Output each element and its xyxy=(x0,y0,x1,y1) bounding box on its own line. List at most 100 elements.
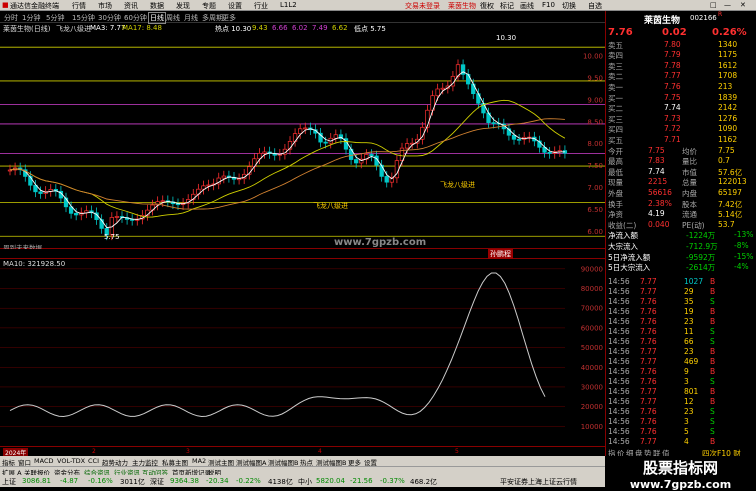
tab-cci[interactable]: CCI xyxy=(88,457,99,465)
stat-value: 65197 xyxy=(718,188,742,197)
zx-index-label[interactable]: 中小 xyxy=(298,477,312,487)
period-tab-intraday[interactable]: 分时 xyxy=(4,13,18,23)
brand-line-1: 股票指标网 xyxy=(642,459,718,477)
flow-pct: -15% xyxy=(734,251,754,261)
tick-volume: 801 xyxy=(684,386,699,396)
trade-login-status[interactable]: 交易未登录 xyxy=(405,1,440,11)
date-axis: 2024年 2 3 4 5 xyxy=(0,446,605,457)
menu-item-market[interactable]: 市场 xyxy=(98,1,112,11)
stat-row: 换手 2.38% 股本 7.42亿 xyxy=(606,199,756,210)
menu-item-rights[interactable]: 復权 xyxy=(480,1,494,11)
tick-price: 7.76 xyxy=(640,336,657,346)
level-value-1: 9.43 xyxy=(252,24,268,32)
price-row: 7.76 0.02 0.26% xyxy=(606,27,756,38)
candle-body xyxy=(298,128,303,134)
period-tab-60min[interactable]: 60分钟 xyxy=(124,13,147,23)
bid-volume: 1276 xyxy=(718,113,738,123)
tick-row: 14:56 7.77 23 B xyxy=(606,347,756,357)
tab-macd[interactable]: MACD xyxy=(34,457,53,465)
y-tick-label: 6.50 xyxy=(587,206,603,214)
period-tab-monthly[interactable]: 月线 xyxy=(184,13,198,23)
stat-label: 今开 xyxy=(608,146,623,156)
menu-item-data[interactable]: 数据 xyxy=(150,1,164,11)
menu-item-f10[interactable]: F10 xyxy=(542,1,555,9)
period-tab-5min[interactable]: 5分钟 xyxy=(46,13,64,23)
bid-row: 买四 7.72 1090 xyxy=(606,124,756,135)
period-tab-weekly[interactable]: 周线 xyxy=(166,13,180,23)
bid-price: 7.71 xyxy=(664,135,681,144)
y-tick-label: 30000 xyxy=(581,383,603,391)
candlestick-svg: 10.00 9.50 9.00 8.50 8.00 7.50 7.00 6.50 6.00 xyxy=(0,46,605,241)
ask-label: 卖二 xyxy=(608,72,623,82)
candle-body xyxy=(379,164,384,177)
ask-row: 卖一 7.76 213 xyxy=(606,82,756,93)
date-mark-feb: 2 xyxy=(92,448,96,455)
moving-average-line xyxy=(9,99,566,218)
flow-value: -712.9万 xyxy=(686,242,718,251)
y-tick-label: 8.50 xyxy=(587,118,603,126)
tick-price: 7.77 xyxy=(640,386,657,396)
bid-label: 买三 xyxy=(608,114,623,124)
tick-price: 7.76 xyxy=(640,376,657,386)
y-tick-label: 20000 xyxy=(581,403,603,411)
tick-direction: S xyxy=(710,376,715,386)
flow-pct: -8% xyxy=(734,241,749,250)
volume-indicator-chart[interactable]: MA10: 321928.50 90000 80000 70000 60000 5000… xyxy=(0,259,605,456)
stat-row: 最高 7.83 量比 0.7 xyxy=(606,156,756,167)
period-tab-15min[interactable]: 15分钟 xyxy=(72,13,95,23)
tick-direction: B xyxy=(710,306,716,316)
stat-value: 0.040 xyxy=(648,219,670,229)
menu-item-l1l2[interactable]: L1L2 xyxy=(280,1,297,9)
date-mark-mar: 3 xyxy=(186,448,190,455)
tick-price: 7.76 xyxy=(640,416,657,426)
menu-item-draw[interactable]: 画线 xyxy=(520,1,534,11)
sh-index-label[interactable]: 上证 xyxy=(2,477,16,487)
tab-vol-tdx[interactable]: VOL-TDX xyxy=(57,457,85,465)
low-value: 低点 5.75 xyxy=(354,25,386,33)
menu-item-discover[interactable]: 发现 xyxy=(176,1,190,11)
ask-label: 卖三 xyxy=(608,61,623,71)
period-tab-multi[interactable]: 多周期 xyxy=(202,13,223,23)
menu-item-industry[interactable]: 行业 xyxy=(254,1,268,11)
menu-item-switch[interactable]: 切换 xyxy=(562,1,576,11)
moving-average-line xyxy=(9,118,565,210)
candlestick-chart[interactable]: 10.00 9.50 9.00 8.50 8.00 7.50 7.00 6.50 6.00 10… xyxy=(0,34,605,252)
candle-body xyxy=(303,127,308,130)
sz-index-label[interactable]: 深证 xyxy=(150,477,164,487)
window-close-icon[interactable]: ✕ xyxy=(740,1,746,9)
menu-item-settings[interactable]: 设置 xyxy=(228,1,242,11)
period-tab-30min[interactable]: 30分钟 xyxy=(98,13,121,23)
menu-item-topic[interactable]: 专题 xyxy=(202,1,216,11)
stat-value: 53.7 xyxy=(718,219,735,229)
window-minimize-icon[interactable]: — xyxy=(724,1,731,9)
stat-value: 0.7 xyxy=(718,156,730,166)
tick-row: 14:56 7.76 23 S xyxy=(606,407,756,417)
stat-row: 净资 4.19 流通 5.14亿 xyxy=(606,209,756,220)
tick-row: 14:56 7.76 5 S xyxy=(606,427,756,437)
menu-item-watchlist[interactable]: 自选 xyxy=(588,1,602,11)
flow-value: -9592万 xyxy=(686,252,716,262)
bid-row: 买三 7.73 1276 xyxy=(606,114,756,125)
tick-row: 14:56 7.77 1027 B xyxy=(606,277,756,287)
stat-label: 量比 xyxy=(682,157,697,167)
menu-item-news[interactable]: 资讯 xyxy=(124,1,138,11)
tick-volume: 19 xyxy=(684,306,694,316)
period-tab-more[interactable]: 更多 xyxy=(222,13,236,23)
ask-row: 卖四 7.79 1175 xyxy=(606,50,756,61)
menu-item-quotes[interactable]: 行情 xyxy=(72,1,86,11)
stat-label: 收益(二) xyxy=(608,220,637,230)
quote-panel: 莱茵生物 002166 R 7.76 0.02 0.26% 卖五 7.80 1340 卖四 7… xyxy=(605,11,756,475)
window-restore-icon[interactable]: □ xyxy=(710,1,717,9)
watermark-text: www.7gpzb.com xyxy=(334,237,427,248)
stat-value: 4.19 xyxy=(648,209,665,219)
ask-volume: 1175 xyxy=(718,50,738,60)
tab-ma2[interactable]: MA2 xyxy=(192,457,206,465)
menu-item-mark[interactable]: 标记 xyxy=(500,1,514,11)
chart-info-bar: 莱茵生物(日线) 飞龙八级进 MA3: 7.77 MA17: 8.48 热点 1… xyxy=(0,23,605,34)
tick-price: 7.76 xyxy=(640,296,657,306)
menu-bar: ■ 通达信金融终端 行情 市场 资讯 数据 发现 专题 设置 行业 L1L2 交… xyxy=(0,0,756,11)
signal-annotation-2: 飞龙八级进 xyxy=(440,181,475,189)
quote-stock-code: 002166 xyxy=(690,14,717,22)
bid-volume: 1090 xyxy=(718,124,738,134)
period-tab-1min[interactable]: 1分钟 xyxy=(22,13,40,23)
